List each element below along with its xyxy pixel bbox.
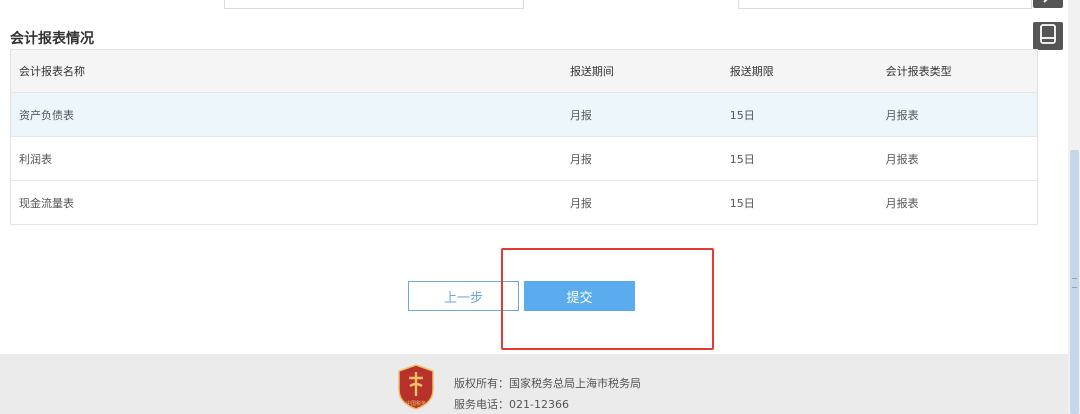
cell-type: 月报表 [877, 92, 1038, 137]
cell-type: 月报表 [877, 180, 1038, 225]
svg-text:中国税务: 中国税务 [406, 400, 426, 407]
book-icon [1039, 24, 1057, 48]
cell-deadline: 15日 [721, 92, 878, 137]
report-table: 会计报表名称 报送期间 报送期限 会计报表类型 资产负债表 月报 15日 月报表… [10, 49, 1038, 225]
col-header-name: 会计报表名称 [10, 49, 562, 93]
col-header-deadline: 报送期限 [721, 49, 878, 93]
tax-emblem-logo: 中国税务 [396, 364, 436, 414]
cell-type: 月报表 [877, 136, 1038, 181]
cell-deadline: 15日 [721, 180, 878, 225]
cell-period: 月报 [561, 92, 722, 137]
top-input-left[interactable] [224, 0, 524, 9]
top-input-right[interactable] [738, 0, 1032, 9]
col-header-period: 报送期间 [561, 49, 722, 93]
footer-copyright: 版权所有：国家税务总局上海市税务局 [454, 377, 641, 390]
table-row[interactable]: 资产负债表 月报 15日 月报表 [10, 92, 1038, 137]
table-row[interactable]: 利润表 月报 15日 月报表 [10, 136, 1038, 181]
cell-period: 月报 [561, 136, 722, 181]
cell-report-name: 资产负债表 [10, 92, 562, 137]
side-tool-button-book[interactable] [1033, 22, 1063, 50]
table-header-row: 会计报表名称 报送期间 报送期限 会计报表类型 [10, 49, 1038, 93]
edit-icon [1041, 0, 1055, 9]
cell-report-name: 现金流量表 [10, 180, 562, 225]
highlight-annotation-box [501, 248, 714, 350]
footer-phone: 服务电话：021-12366 [454, 398, 569, 411]
section-title: 会计报表情况 [10, 31, 94, 47]
cell-period: 月报 [561, 180, 722, 225]
col-header-type: 会计报表类型 [877, 49, 1038, 93]
cell-deadline: 15日 [721, 136, 878, 181]
scrollbar-grip [1072, 278, 1077, 288]
cell-report-name: 利润表 [10, 136, 562, 181]
table-row[interactable]: 现金流量表 月报 15日 月报表 [10, 180, 1038, 225]
side-tool-button-top[interactable] [1033, 0, 1063, 8]
